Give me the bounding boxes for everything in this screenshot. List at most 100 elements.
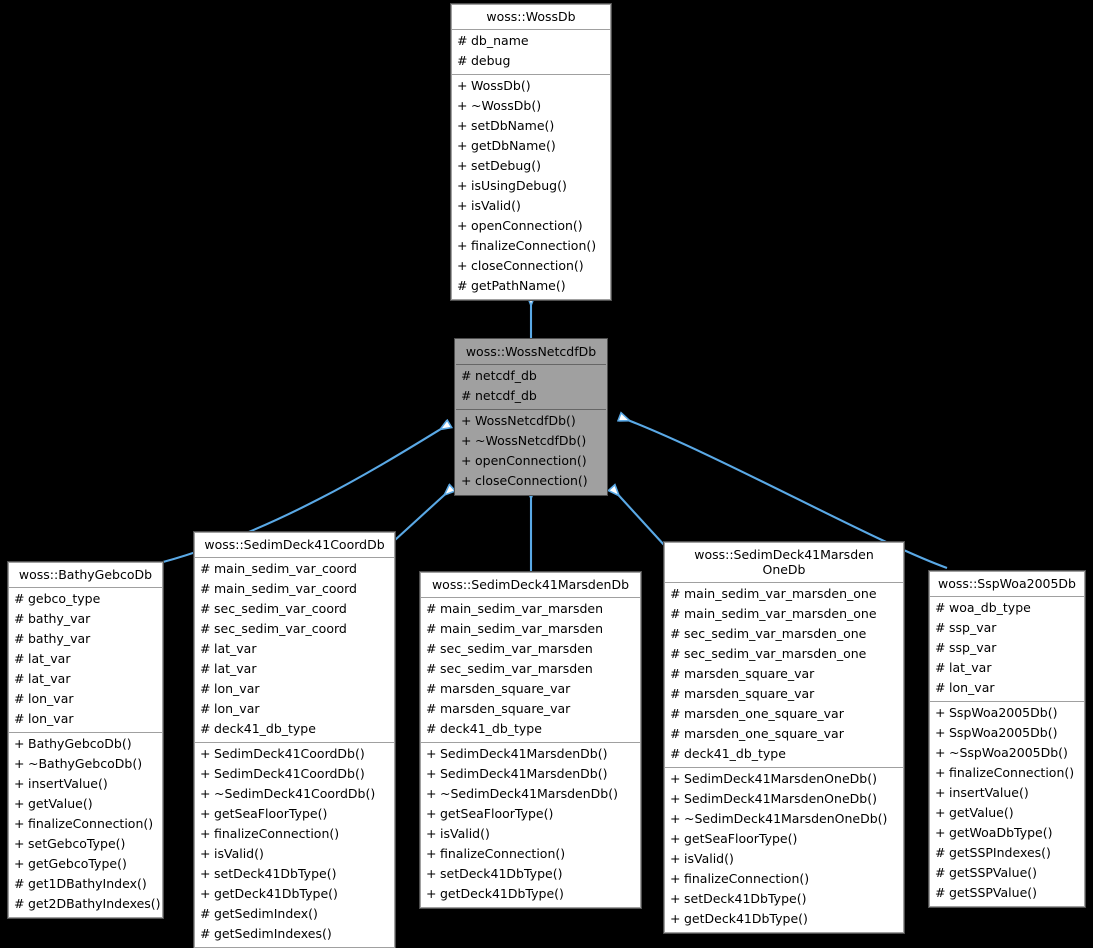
member-name: getGebcoType() (28, 856, 127, 871)
member-visibility: # (200, 721, 211, 736)
class-box-sedimdeck41coorddb[interactable]: woss::SedimDeck41CoordDb # main_sedim_var… (193, 531, 396, 948)
member-name: marsden_square_var (684, 686, 815, 701)
class-title-wossdb: woss::WossDb (486, 9, 576, 24)
member-name: getPathName() (471, 278, 566, 293)
member-visibility: # (200, 561, 211, 576)
member-visibility: + (200, 866, 211, 881)
class-member: + finalizeConnection() (452, 236, 610, 256)
member-visibility: # (670, 646, 681, 661)
member-visibility: + (14, 836, 25, 851)
class-member: # lat_var (930, 658, 1084, 678)
member-visibility: # (670, 746, 681, 761)
member-visibility: + (200, 806, 211, 821)
member-name: finalizeConnection() (471, 238, 597, 253)
class-member: + setDeck41DbType() (421, 864, 640, 884)
member-visibility: + (426, 846, 437, 861)
member-name: isValid() (684, 851, 734, 866)
member-name: main_sedim_var_coord (214, 561, 357, 576)
class-member: + ~WossNetcdfDb() (456, 431, 606, 451)
member-visibility: # (935, 600, 946, 615)
class-member: # marsden_square_var (665, 684, 903, 704)
member-name: sec_sedim_var_marsden_one (684, 626, 867, 641)
member-name: openConnection() (475, 453, 587, 468)
member-visibility: + (457, 258, 468, 273)
member-visibility: + (935, 825, 946, 840)
class-member: # main_sedim_var_coord (195, 559, 394, 579)
member-visibility: # (14, 691, 25, 706)
member-name: debug (471, 53, 511, 68)
member-name: lon_var (28, 711, 74, 726)
class-box-sedimdeck41marsdenonedb[interactable]: woss::SedimDeck41Marsden OneDb # main_sed… (663, 541, 905, 934)
methods-compartment-sedimdeck41coorddb: + SedimDeck41CoordDb() + SedimDeck41CoordDb… (195, 742, 394, 947)
class-member: # sec_sedim_var_marsden_one (665, 624, 903, 644)
member-visibility: # (426, 681, 437, 696)
class-title-sedimdeck41marsdenonedb: woss::SedimDeck41Marsden OneDb (694, 547, 874, 577)
member-visibility: + (200, 766, 211, 781)
class-title-sedimdeck41coorddb: woss::SedimDeck41CoordDb (204, 537, 385, 552)
member-visibility: # (426, 601, 437, 616)
member-visibility: # (935, 885, 946, 900)
member-name: getSeaFloorType() (684, 831, 798, 846)
attributes-compartment-wossnetcdfdb: # netcdf_db # netcdf_db (456, 364, 606, 409)
class-member: + isValid() (195, 844, 394, 864)
member-visibility: # (200, 621, 211, 636)
member-name: bathy_var (28, 631, 91, 646)
member-name: netcdf_db (475, 368, 537, 383)
class-member: # getSSPValue() (930, 883, 1084, 903)
member-name: getSeaFloorType() (214, 806, 328, 821)
class-box-sspwoa2005db[interactable]: woss::SspWoa2005Db # woa_db_type # ssp_var #… (928, 570, 1086, 908)
member-visibility: + (461, 433, 472, 448)
member-name: setDeck41DbType() (440, 866, 563, 881)
class-member: # marsden_square_var (421, 699, 640, 719)
member-name: BathyGebcoDb() (28, 736, 132, 751)
edge-sedimdeck41marsdenonedb-to-wossnetcdfdb (612, 488, 666, 547)
member-name: SspWoa2005Db() (949, 705, 1058, 720)
member-visibility: + (935, 805, 946, 820)
member-name: lon_var (214, 701, 260, 716)
class-member: # db_name (452, 31, 610, 51)
member-visibility: + (670, 851, 681, 866)
class-member: + getDeck41DbType() (195, 884, 394, 904)
member-name: ~SspWoa2005Db() (949, 745, 1068, 760)
member-visibility: # (14, 711, 25, 726)
class-member: # sec_sedim_var_coord (195, 619, 394, 639)
member-visibility: # (200, 661, 211, 676)
class-member: + closeConnection() (452, 256, 610, 276)
class-member: + SedimDeck41CoordDb() (195, 764, 394, 784)
member-name: closeConnection() (471, 258, 584, 273)
member-visibility: + (670, 831, 681, 846)
class-member: # get2DBathyIndexes() (9, 894, 162, 914)
class-member: + getValue() (9, 794, 162, 814)
class-box-bathygebcodb[interactable]: woss::BathyGebcoDb # gebco_type # bathy_var… (7, 561, 164, 919)
member-visibility: # (935, 640, 946, 655)
class-member: + getGebcoType() (9, 854, 162, 874)
class-member: + SedimDeck41CoordDb() (195, 744, 394, 764)
member-name: SedimDeck41CoordDb() (214, 746, 365, 761)
member-visibility: + (457, 198, 468, 213)
member-visibility: + (14, 776, 25, 791)
class-box-sedimdeck41marsdendb[interactable]: woss::SedimDeck41MarsdenDb # main_sedim_v… (419, 571, 642, 909)
member-name: main_sedim_var_coord (214, 581, 357, 596)
class-member: # deck41_db_type (421, 719, 640, 739)
class-box-wossdb[interactable]: woss::WossDb # db_name # debug + WossDb() + ~W… (450, 3, 612, 301)
class-title-sedimdeck41marsdendb: woss::SedimDeck41MarsdenDb (431, 577, 630, 592)
class-member: + SspWoa2005Db() (930, 703, 1084, 723)
member-name: SedimDeck41MarsdenDb() (440, 766, 608, 781)
class-box-wossnetcdfdb[interactable]: woss::WossNetcdfDb # netcdf_db # netcdf_db … (454, 338, 608, 496)
member-name: sec_sedim_var_marsden_one (684, 646, 867, 661)
member-name: setDebug() (471, 158, 541, 173)
class-member: # lon_var (195, 679, 394, 699)
member-visibility: # (14, 611, 25, 626)
member-visibility: + (935, 705, 946, 720)
member-visibility: # (200, 581, 211, 596)
class-member: # marsden_square_var (665, 664, 903, 684)
member-visibility: # (200, 926, 211, 941)
attributes-compartment-wossdb: # db_name # debug (452, 29, 610, 74)
class-member: + setDbName() (452, 116, 610, 136)
class-member: + ~SedimDeck41MarsdenOneDb() (665, 809, 903, 829)
member-name: getSedimIndex() (214, 906, 318, 921)
member-visibility: + (461, 473, 472, 488)
member-name: sec_sedim_var_marsden (440, 641, 593, 656)
class-member: # getSedimIndex() (195, 904, 394, 924)
member-name: lat_var (28, 671, 71, 686)
